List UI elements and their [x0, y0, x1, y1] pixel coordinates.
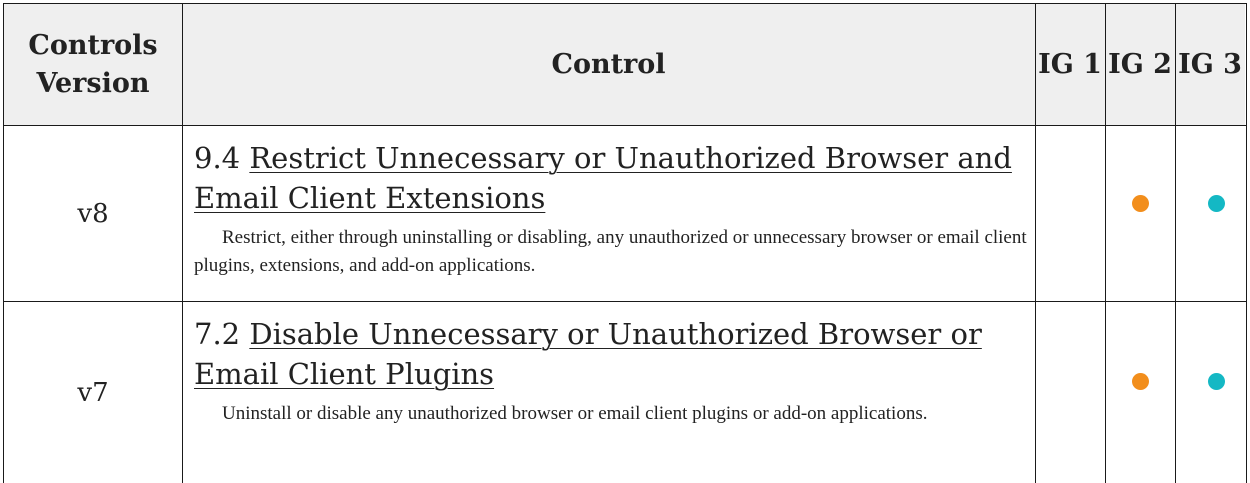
controls-table: Controls Version Control IG 1 IG 2 IG 3 …: [0, 0, 1250, 483]
header-controls-version: Controls Version: [4, 4, 182, 125]
control-description: Uninstall or disable any unauthorized br…: [222, 403, 928, 424]
table-row-control: 9.4 Restrict Unnecessary or Unauthorized…: [182, 126, 1035, 301]
ig3-indicator-dot: [1208, 373, 1225, 390]
control-title-link[interactable]: Restrict Unnecessary or Unauthorized Bro…: [194, 141, 1012, 215]
table-border-row-divider: [3, 301, 1247, 302]
ig2-indicator-dot: [1132, 195, 1149, 212]
control-title: 7.2 Disable Unnecessary or Unauthorized …: [194, 314, 1027, 394]
control-title: 9.4 Restrict Unnecessary or Unauthorized…: [194, 138, 1027, 218]
table-row-version: v8: [4, 126, 182, 301]
row-version-label: v8: [77, 198, 109, 229]
header-ig2: IG 2: [1105, 4, 1175, 125]
table-border-col3: [1105, 3, 1106, 483]
table-border-col4: [1175, 3, 1176, 483]
table-border-header-bottom: [3, 125, 1247, 126]
table-border-col2: [1035, 3, 1036, 483]
table-border-top: [3, 3, 1247, 4]
header-control: Control: [182, 4, 1035, 125]
control-title-link[interactable]: Disable Unnecessary or Unauthorized Brow…: [194, 317, 982, 391]
header-controls-version-label: Controls Version: [28, 29, 158, 99]
control-number: 9.4: [194, 141, 241, 175]
table-row-version: v7: [4, 302, 182, 483]
table-border-left: [3, 3, 4, 483]
header-ig1: IG 1: [1035, 4, 1105, 125]
row-version-label: v7: [77, 377, 109, 408]
header-control-label: Control: [551, 49, 666, 80]
control-description: Restrict, either through uninstalling or…: [194, 227, 1027, 276]
header-ig1-label: IG 1: [1038, 49, 1102, 80]
ig3-indicator-dot: [1208, 195, 1225, 212]
table-border-col1: [182, 3, 183, 483]
ig2-indicator-dot: [1132, 373, 1149, 390]
table-border-right: [1246, 3, 1247, 483]
header-ig2-label: IG 2: [1108, 49, 1172, 80]
header-ig3: IG 3: [1175, 4, 1245, 125]
control-number: 7.2: [194, 317, 241, 351]
table-row-control: 7.2 Disable Unnecessary or Unauthorized …: [182, 302, 1035, 483]
header-ig3-label: IG 3: [1178, 49, 1242, 80]
